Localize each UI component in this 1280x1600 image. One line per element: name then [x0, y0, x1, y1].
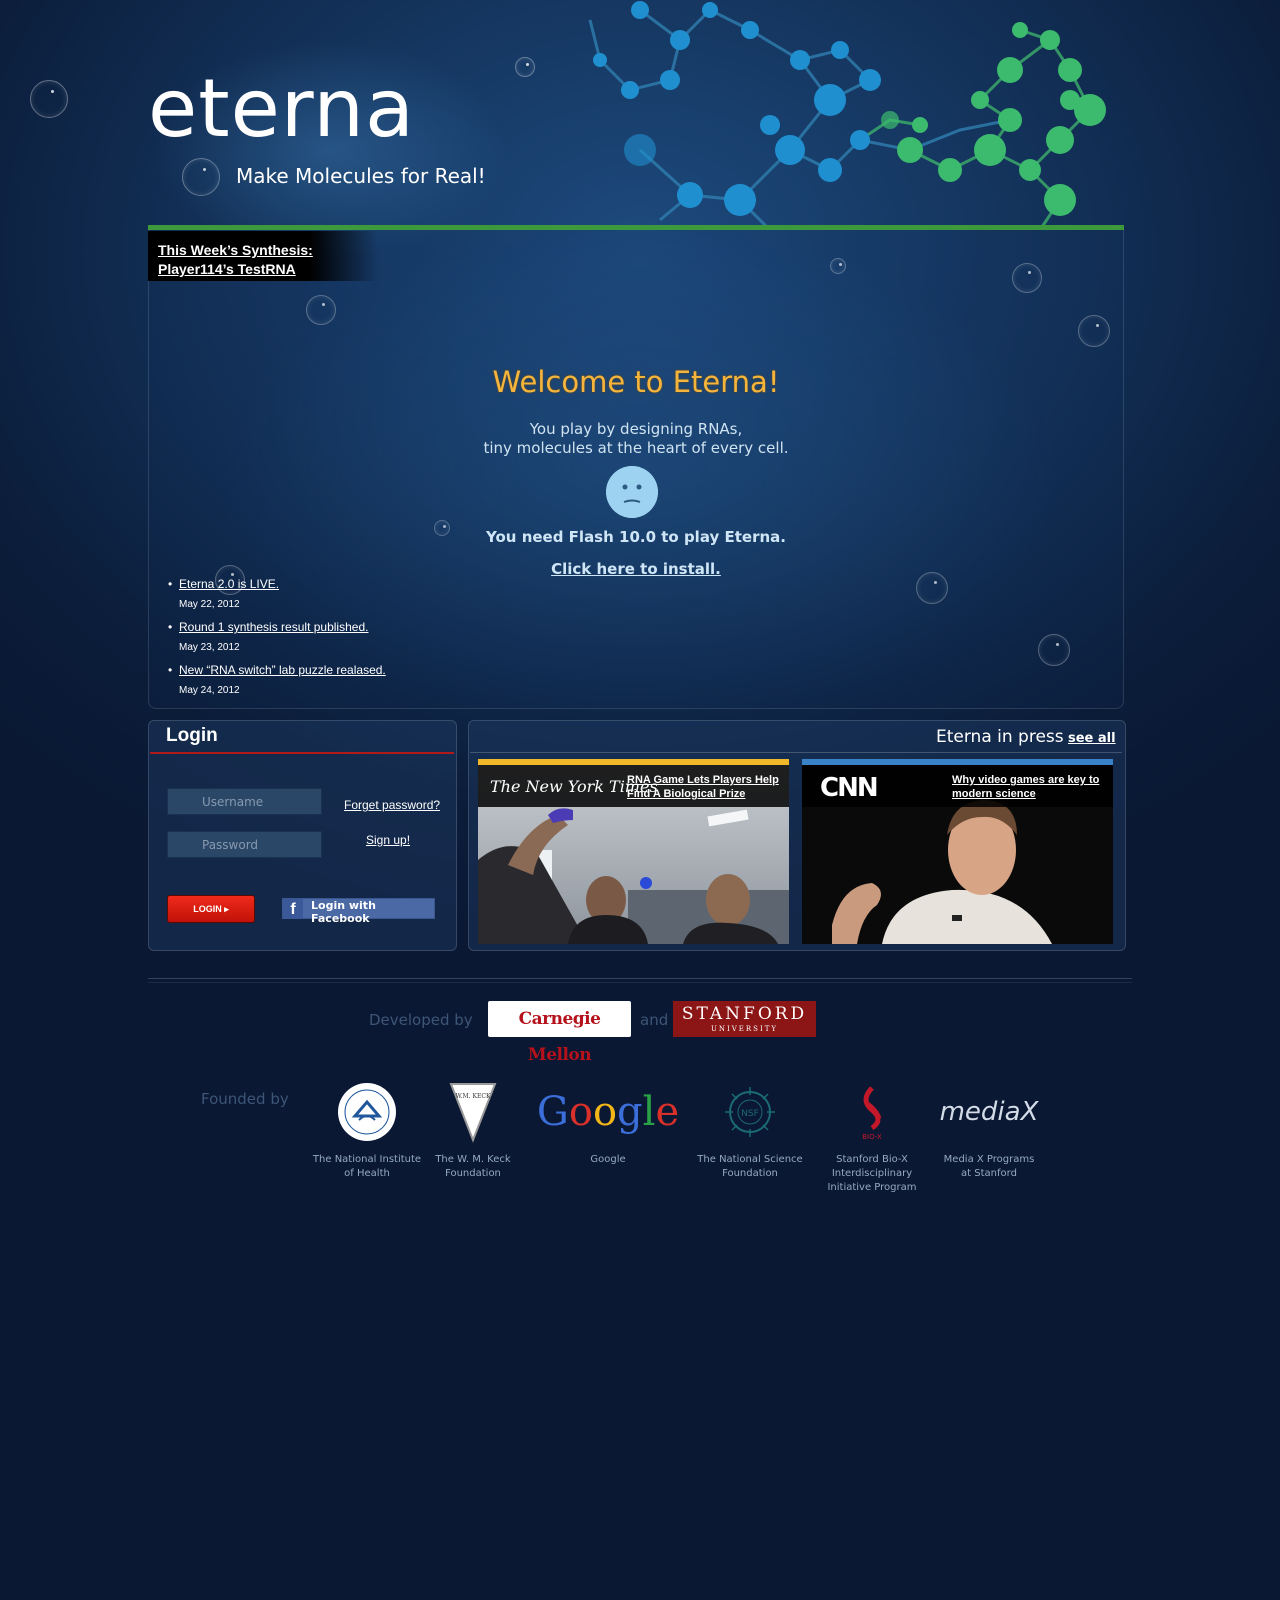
stanford-logo-line: STANFORD: [681, 1004, 808, 1024]
facebook-icon: f: [283, 899, 303, 919]
stanford-logo-line: UNIVERSITY: [710, 1025, 779, 1033]
password-input[interactable]: [167, 831, 322, 858]
nsf-logo: NSF: [690, 1077, 810, 1147]
sponsor-name: Media X Programs at Stanford: [929, 1153, 1049, 1181]
sponsor-name-line: The National Institute: [312, 1154, 422, 1165]
press-card-cnn[interactable]: CNN Why video games are key to modern sc…: [802, 759, 1113, 944]
keck-shield-icon: W.M. KECK: [449, 1083, 497, 1143]
sponsor-name-line: at Stanford: [961, 1168, 1017, 1179]
news-date: May 24, 2012: [179, 685, 240, 696]
login-title: Login: [166, 725, 218, 746]
sponsor-name: The National Science Foundation: [690, 1153, 810, 1181]
biox-logo-text: BIO-X: [862, 1133, 882, 1141]
news-link[interactable]: Eterna 2.0 is LIVE.: [168, 577, 279, 591]
list-item: New “RNA switch” lab puzzle realased. Ma…: [168, 661, 386, 696]
press-headline-line: modern science: [952, 788, 1036, 800]
tagline: Make Molecules for Real!: [236, 164, 486, 188]
bubble-decoration: [515, 57, 535, 77]
and-label: and: [640, 1011, 669, 1029]
sponsor-name: Google: [543, 1153, 673, 1167]
login-divider: [150, 752, 454, 754]
carnegie-mellon-logo[interactable]: Carnegie Mellon: [488, 1001, 631, 1065]
welcome-intro: You play by designing RNAs, tiny molecul…: [148, 420, 1124, 458]
mediax-logo: mediaX: [929, 1077, 1049, 1147]
nih-logo: [307, 1077, 427, 1147]
green-divider: [148, 225, 1124, 230]
sad-face-icon: [606, 466, 658, 518]
sponsor-name: The W. M. Keck Foundation: [413, 1153, 533, 1181]
sponsor-mediax[interactable]: mediaX Media X Programs at Stanford: [929, 1077, 1049, 1181]
nsf-logo-text: NSF: [741, 1109, 759, 1119]
news-list: Eterna 2.0 is LIVE. May 22, 2012 Round 1…: [168, 575, 386, 704]
sponsor-nsf[interactable]: NSF The National Science Foundation: [690, 1077, 810, 1181]
press-headline-line: Why video games are key to: [952, 774, 1100, 786]
install-flash-link[interactable]: Click here to install.: [551, 560, 721, 578]
nih-seal-icon: [338, 1083, 396, 1141]
weekly-synthesis-banner[interactable]: This Week’s Synthesis: Player114’s TestR…: [148, 231, 378, 281]
footer-divider: [148, 978, 1132, 983]
news-date: May 22, 2012: [179, 599, 240, 610]
sponsor-name-line: Google: [590, 1154, 626, 1165]
press-headline[interactable]: Why video games are key to modern scienc…: [952, 773, 1099, 801]
press-headline[interactable]: RNA Game Lets Players Help Find A Biolog…: [627, 773, 779, 801]
intro-line: tiny molecules at the heart of every cel…: [483, 439, 789, 457]
sponsor-name: The National Institute of Health: [307, 1153, 427, 1181]
press-divider: [470, 752, 1122, 753]
developed-by-label: Developed by: [369, 1011, 473, 1029]
news-link[interactable]: New “RNA switch” lab puzzle realased.: [168, 663, 386, 677]
keck-logo: W.M. KECK: [413, 1077, 533, 1147]
sign-up-link[interactable]: Sign up!: [366, 833, 410, 847]
sponsor-name-line: of Health: [344, 1168, 390, 1179]
biox-helix-icon: BIO-X: [862, 1086, 882, 1141]
sponsor-name-line: The National Science: [697, 1154, 803, 1165]
facebook-login-button[interactable]: Login with Facebook: [282, 898, 435, 925]
keck-logo-text: W.M. KECK: [456, 1093, 491, 1100]
welcome-title: Welcome to Eterna!: [492, 365, 780, 399]
news-link[interactable]: Round 1 synthesis result published.: [168, 620, 368, 634]
press-headline-line: Find A Biological Prize: [627, 788, 746, 800]
forget-password-link[interactable]: Forget password?: [344, 798, 440, 812]
bubble-decoration: [30, 80, 68, 118]
sponsor-name-line: Media X Programs: [943, 1154, 1035, 1165]
google-logo: Google: [536, 1089, 680, 1135]
login-button[interactable]: LOGIN ▸: [168, 896, 254, 922]
press-card-nyt[interactable]: The New York Times RNA Game Lets Players…: [478, 759, 789, 944]
news-date: May 23, 2012: [179, 642, 240, 653]
sponsor-name-line: The W. M. Keck: [435, 1154, 511, 1165]
press-headline-line: RNA Game Lets Players Help: [627, 774, 779, 786]
mediax-logo-text: mediaX: [939, 1097, 1039, 1127]
nsf-globe-icon: NSF: [725, 1087, 775, 1137]
see-all-link[interactable]: see all: [1068, 731, 1116, 746]
sponsor-biox[interactable]: BIO-X Stanford Bio-X Interdisciplinary I…: [812, 1077, 932, 1195]
synthesis-link-rna[interactable]: Player114’s TestRNA: [158, 261, 296, 277]
sponsor-nih[interactable]: The National Institute of Health: [307, 1077, 427, 1181]
sponsor-name-line: Stanford Bio-X: [836, 1154, 908, 1165]
sponsor-name: Stanford Bio-X Interdisciplinary Initiat…: [812, 1153, 932, 1195]
sponsor-keck[interactable]: W.M. KECK The W. M. Keck Foundation: [413, 1077, 533, 1181]
intro-line: You play by designing RNAs,: [529, 420, 743, 438]
sponsor-name-line: Foundation: [445, 1168, 501, 1179]
stanford-logo[interactable]: STANFORD UNIVERSITY: [673, 1001, 816, 1037]
sponsor-name-line: Interdisciplinary: [831, 1168, 913, 1179]
sponsor-google[interactable]: Google Google: [536, 1077, 680, 1167]
press-title: Eterna in press: [936, 727, 1064, 747]
cnn-logo: CNN: [820, 773, 879, 803]
eterna-logo[interactable]: eterna: [148, 62, 415, 155]
username-input[interactable]: [167, 788, 322, 815]
founded-by-label: Founded by: [201, 1090, 289, 1108]
synthesis-link-title[interactable]: This Week’s Synthesis:: [158, 242, 313, 258]
list-item: Eterna 2.0 is LIVE. May 22, 2012: [168, 575, 386, 610]
biox-logo: BIO-X: [812, 1077, 932, 1147]
sponsor-name-line: Initiative Program: [827, 1182, 917, 1193]
list-item: Round 1 synthesis result published. May …: [168, 618, 386, 653]
flash-required-message: You need Flash 10.0 to play Eterna.: [486, 528, 786, 546]
molecule-illustration: [588, 1, 1106, 230]
sponsor-name-line: Foundation: [722, 1168, 778, 1179]
